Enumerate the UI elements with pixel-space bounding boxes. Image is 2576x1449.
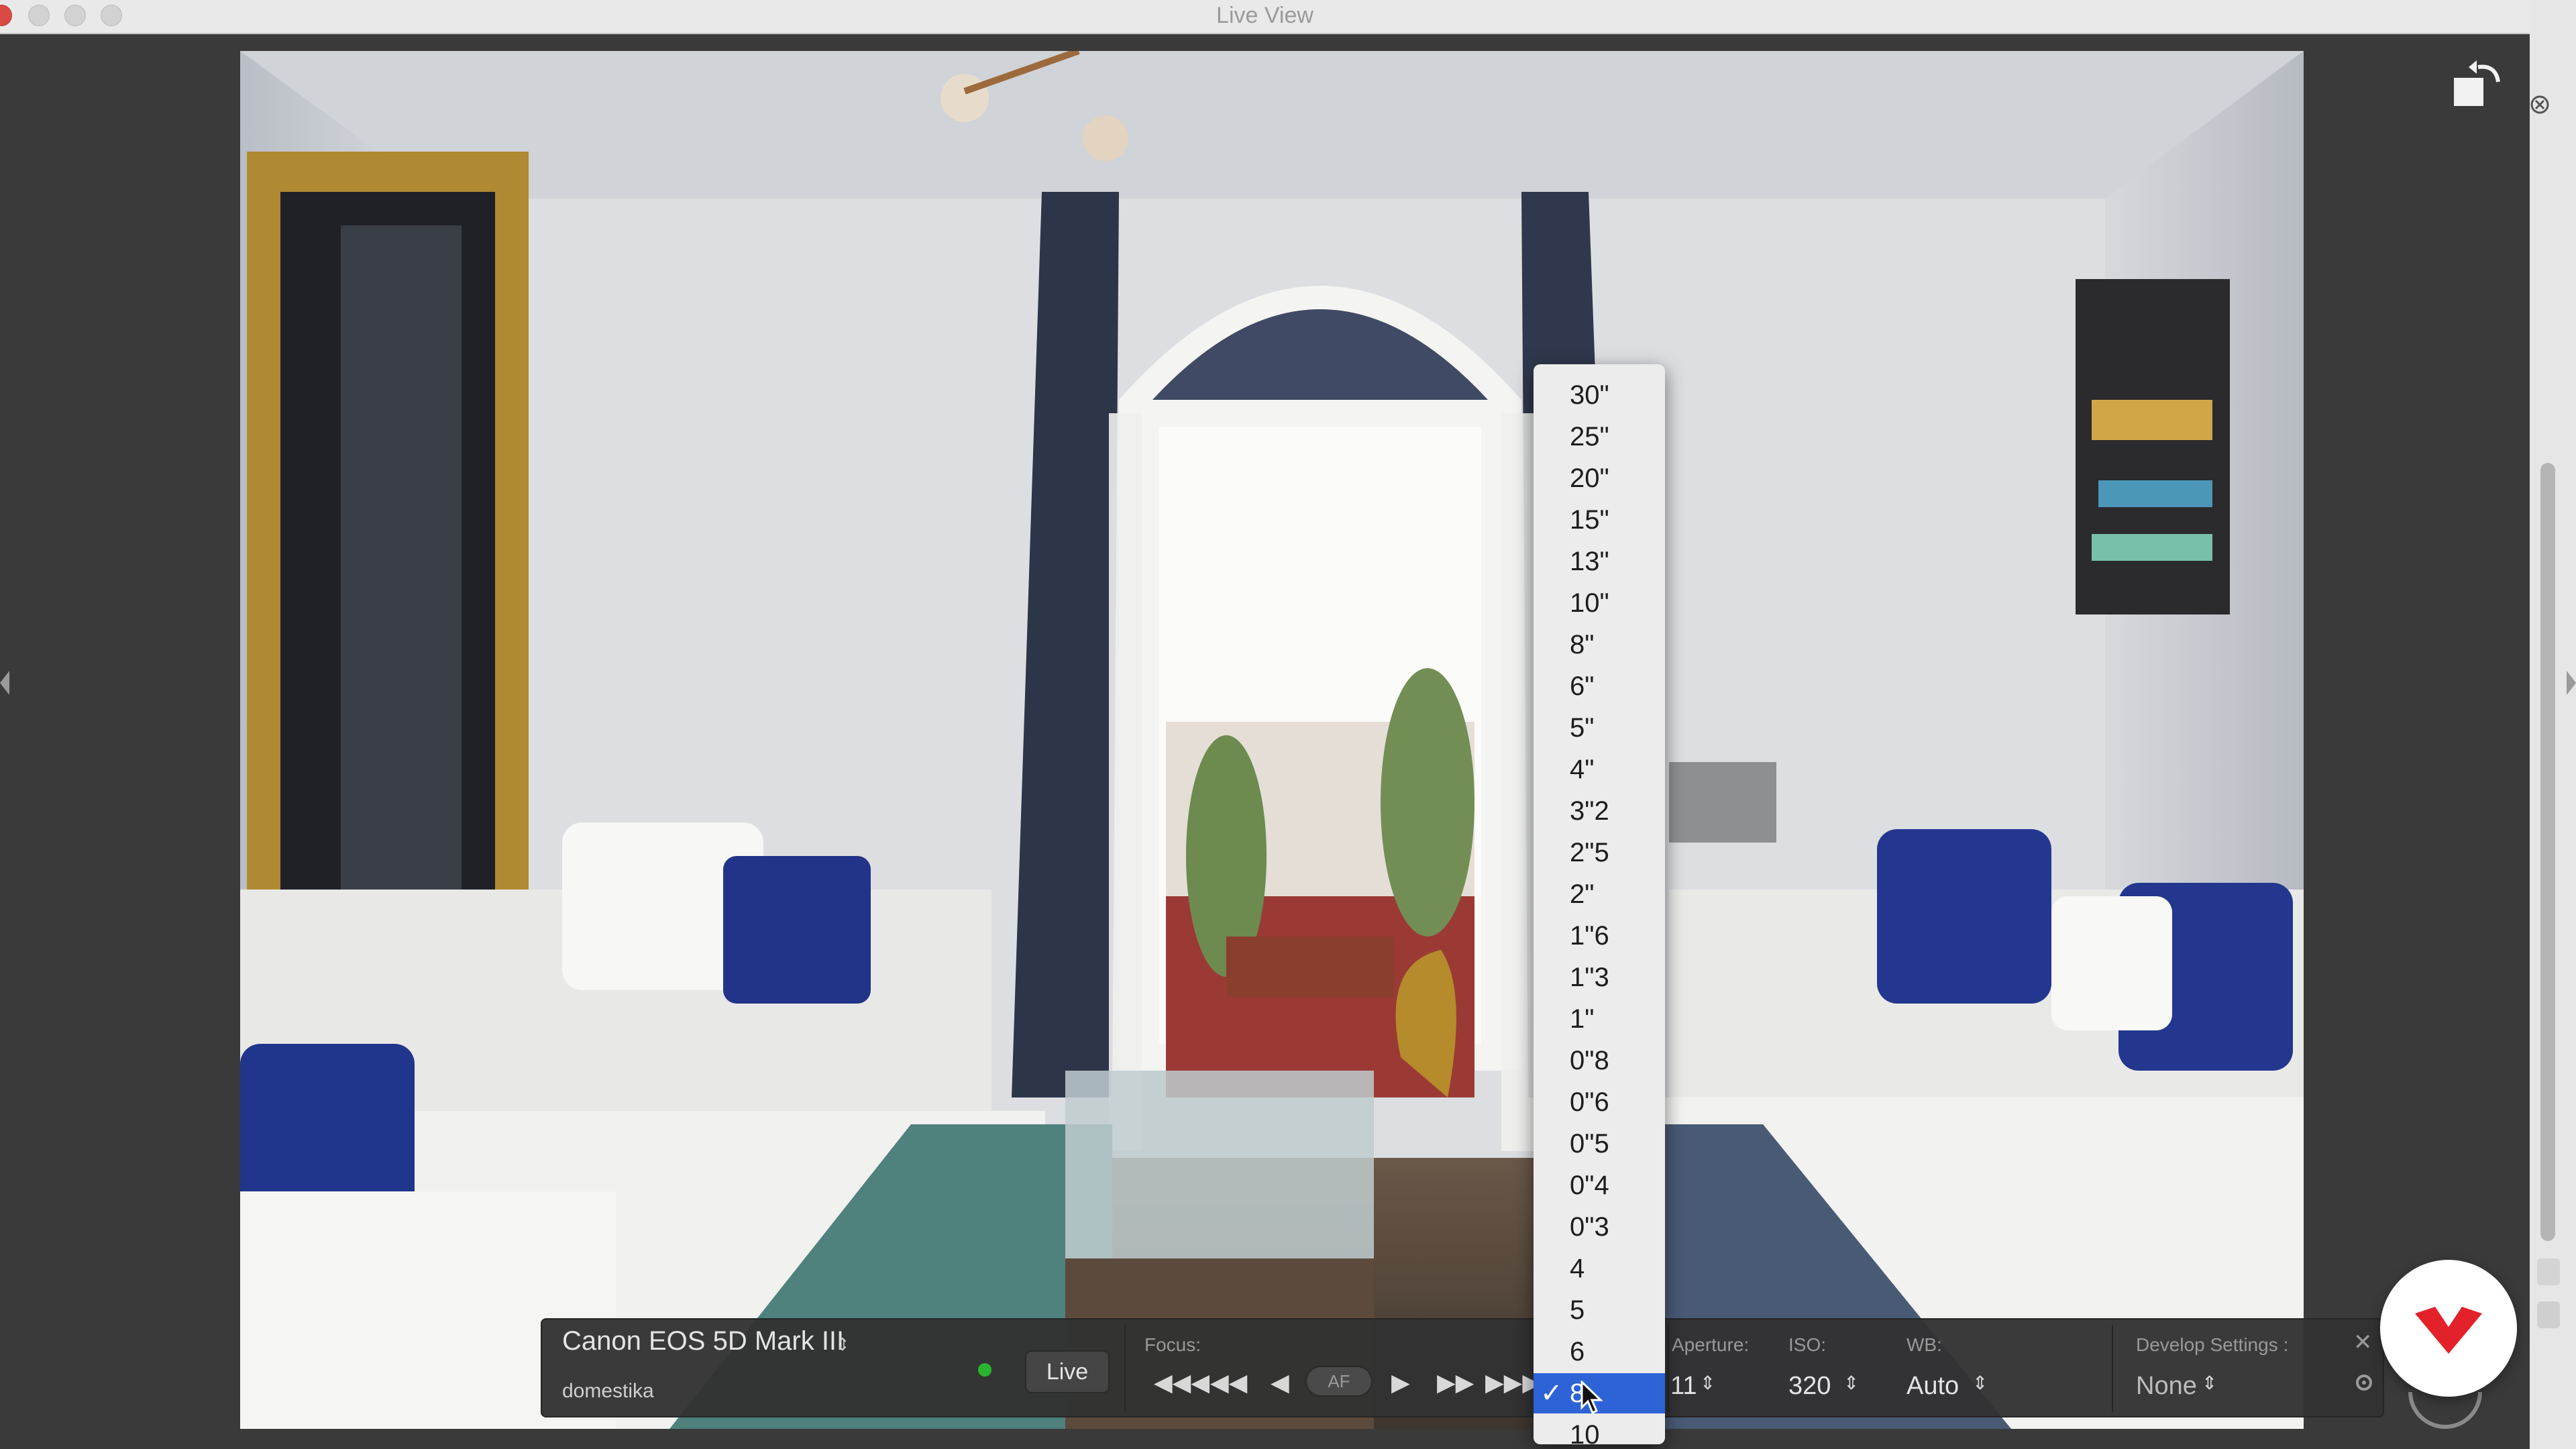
focus-near-small-button[interactable]: ▶ (1391, 1371, 1410, 1395)
control-bar-close-icon[interactable]: ✕ (2353, 1329, 2373, 1356)
divider (2112, 1325, 2113, 1412)
focus-far-medium-button[interactable]: ◀◀ (1210, 1371, 1247, 1395)
logo-badge (2380, 1260, 2517, 1397)
shutter-menu-item[interactable]: 0"3 (1534, 1207, 1665, 1247)
divider (1668, 1325, 1669, 1412)
focus-near-medium-button[interactable]: ▶▶ (1437, 1371, 1474, 1395)
wb-value[interactable]: Auto (1907, 1372, 1959, 1401)
shutter-speed-menu[interactable]: 30" 25" 20" 15" 13" 10" 8" 6" 5" 4" 3"2 2"5 2" 1"6 1"3… (1534, 364, 1665, 1444)
develop-settings-label: Develop Settings : (2136, 1334, 2289, 1355)
shutter-menu-item[interactable]: 1"3 (1534, 957, 1665, 998)
shutter-menu-item[interactable]: 3"2 (1534, 791, 1665, 831)
left-panel-arrow-icon[interactable] (0, 671, 9, 695)
wb-stepper-icon[interactable]: ⇕ (1972, 1372, 1988, 1394)
close-icon[interactable] (2528, 93, 2552, 117)
window-title: Live View (1216, 3, 1313, 28)
shutter-menu-item[interactable]: 0"5 (1534, 1124, 1665, 1164)
shutter-menu-item[interactable]: 1" (1534, 999, 1665, 1039)
focus-far-small-button[interactable]: ◀ (1271, 1371, 1289, 1395)
iso-stepper-icon[interactable]: ⇕ (1843, 1372, 1859, 1394)
shutter-menu-item[interactable]: 15" (1534, 500, 1665, 540)
aperture-label: Aperture: (1672, 1334, 1750, 1355)
shutter-menu-item[interactable]: 0"6 (1534, 1082, 1665, 1122)
room-photo (240, 51, 2304, 1429)
iso-value[interactable]: 320 (1788, 1372, 1831, 1401)
shutter-menu-item[interactable]: 0"8 (1534, 1040, 1665, 1081)
shutter-menu-item[interactable]: 6" (1534, 666, 1665, 706)
divider (1124, 1325, 1126, 1412)
camera-name[interactable]: Canon EOS 5D Mark III (562, 1326, 844, 1356)
gear-icon[interactable] (2353, 1372, 2375, 1393)
shutter-menu-item[interactable]: 6 (1534, 1332, 1665, 1372)
checkmark-icon: ✓ (1540, 1379, 1563, 1408)
wb-label: WB: (1907, 1334, 1942, 1355)
shutter-menu-item[interactable]: 1"6 (1534, 916, 1665, 956)
window-titlebar: Live View (0, 0, 2530, 34)
camera-select-arrow-icon[interactable]: ⇕ (835, 1334, 850, 1355)
shutter-menu-item[interactable]: 4 (1534, 1248, 1665, 1289)
right-panel-arrow-icon[interactable] (2567, 671, 2576, 695)
live-button[interactable]: Live (1025, 1350, 1110, 1393)
session-name: domestika (562, 1380, 654, 1402)
scroll-button[interactable] (2537, 1258, 2560, 1285)
shutter-menu-item[interactable]: 2"5 (1534, 833, 1665, 873)
rotate-icon[interactable] (2451, 59, 2509, 110)
shutter-menu-item[interactable]: 5" (1534, 708, 1665, 748)
live-view-image (240, 51, 2304, 1429)
shutter-menu-item[interactable]: 20" (1534, 458, 1665, 498)
aperture-value[interactable]: 11 (1670, 1372, 1697, 1401)
af-button[interactable]: AF (1305, 1366, 1373, 1397)
aperture-stepper-icon[interactable]: ⇕ (1700, 1372, 1715, 1394)
iso-label: ISO: (1788, 1334, 1827, 1355)
develop-settings-stepper-icon[interactable]: ⇕ (2202, 1372, 2217, 1394)
shutter-menu-item[interactable]: 13" (1534, 541, 1665, 582)
logo-icon (2415, 1307, 2482, 1354)
shutter-menu-item[interactable]: 30" (1534, 375, 1665, 415)
shutter-menu-item[interactable]: 8" (1534, 625, 1665, 665)
shutter-menu-item[interactable]: 25" (1534, 417, 1665, 457)
shutter-menu-item[interactable]: 4" (1534, 749, 1665, 790)
focus-near-large-button[interactable]: ▶▶▶ (1485, 1371, 1541, 1395)
shutter-menu-item[interactable]: 2" (1534, 874, 1665, 914)
camera-status-indicator (978, 1363, 991, 1377)
focus-label: Focus: (1144, 1334, 1201, 1355)
shutter-menu-item[interactable]: 10 (1534, 1415, 1665, 1444)
shutter-menu-item[interactable]: 5 (1534, 1290, 1665, 1330)
shutter-menu-item[interactable]: 10" (1534, 583, 1665, 623)
focus-far-large-button[interactable]: ◀◀◀ (1154, 1371, 1210, 1395)
shutter-menu-item[interactable]: 0"4 (1534, 1165, 1665, 1205)
scrollbar-thumb[interactable] (2540, 463, 2555, 1241)
scroll-button-alt[interactable] (2537, 1301, 2560, 1328)
camera-control-bar: Canon EOS 5D Mark III ⇕ domestika Live F… (541, 1318, 2384, 1417)
cursor-icon (1580, 1381, 1603, 1415)
develop-settings-value[interactable]: None (2136, 1372, 2197, 1401)
